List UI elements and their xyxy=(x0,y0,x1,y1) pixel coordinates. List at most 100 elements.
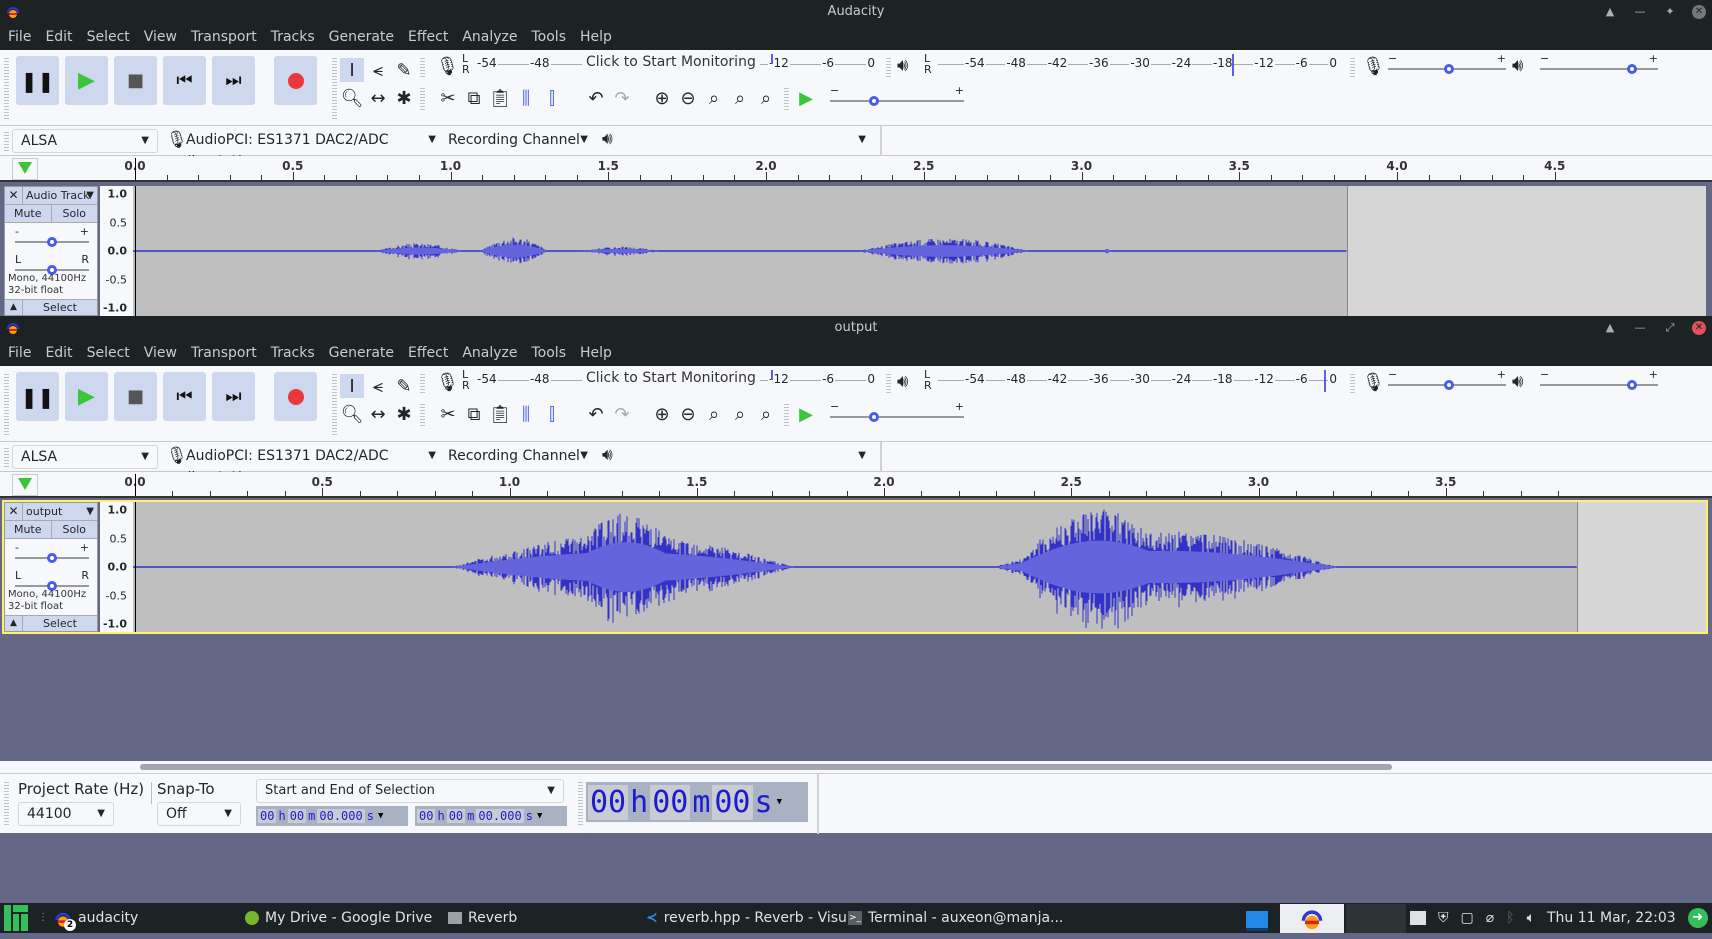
slider-thumb[interactable] xyxy=(1444,64,1455,74)
zoom-in-button[interactable]: ⊕ xyxy=(650,402,674,426)
toolbar-grip[interactable] xyxy=(420,372,425,394)
taskbar-item-audacity[interactable]: ⋮ 2 audacity xyxy=(38,903,138,933)
workspace-3[interactable] xyxy=(1346,904,1406,933)
project-rate-select[interactable]: 44100 ▼ xyxy=(18,802,114,826)
maximize-button[interactable]: ✦ xyxy=(1662,0,1678,24)
draw-tool[interactable]: ✎ xyxy=(392,58,416,82)
play-button[interactable]: ▶ xyxy=(65,56,108,105)
audio-position-time[interactable]: 00 h 00 m 00 s ▼ xyxy=(586,782,808,822)
zoom-tool[interactable]: 🔍︎ xyxy=(340,402,364,426)
track-name-menu[interactable]: Audio Track ▼ xyxy=(23,187,97,204)
toolbar-grip[interactable] xyxy=(784,402,789,426)
workspace-1[interactable] xyxy=(1246,911,1268,931)
menu-transport[interactable]: Transport xyxy=(185,29,263,45)
toolbar-grip[interactable] xyxy=(4,372,9,436)
audio-host-select[interactable]: ALSA ▼ xyxy=(12,445,158,469)
menu-analyze[interactable]: Analyze xyxy=(456,29,523,45)
multi-tool[interactable]: ✱ xyxy=(392,86,416,110)
snap-to-select[interactable]: Off ▼ xyxy=(157,802,241,826)
solo-button[interactable]: Solo xyxy=(51,521,97,538)
collapse-track-button[interactable]: ▲ xyxy=(5,616,23,631)
gain-slider[interactable]: - + xyxy=(15,225,89,249)
zoom-out-button[interactable]: ⊖ xyxy=(676,402,700,426)
slider-thumb[interactable] xyxy=(1627,380,1638,390)
playback-meter[interactable]: L R -54 -48 -42 -36 -30 -24 -18 -12 -6 0 xyxy=(924,369,1338,392)
chevron-down-icon[interactable]: ▼ xyxy=(777,797,782,807)
toolbar-grip[interactable] xyxy=(420,86,425,110)
selection-end-time[interactable]: 00 h 00 m 00.000 s ▼ xyxy=(415,806,567,826)
menu-generate[interactable]: Generate xyxy=(323,345,400,361)
trim-button[interactable]: ⫼ xyxy=(514,402,538,426)
menu-edit[interactable]: Edit xyxy=(39,29,78,45)
fit-project-button[interactable]: ⌕ xyxy=(728,402,752,426)
close-track-button[interactable]: ✕ xyxy=(5,187,23,204)
menu-tracks[interactable]: Tracks xyxy=(265,29,321,45)
slider-thumb[interactable] xyxy=(869,412,880,422)
playback-meter[interactable]: L R -54 -48 -42 -36 -30 -24 -18 -12 -6 0 xyxy=(924,53,1338,76)
time-shift-tool[interactable]: ↔ xyxy=(366,86,390,110)
speaker-icon[interactable]: 🔊︎ xyxy=(897,55,908,76)
recording-channels-select[interactable]: Recording Channel ▼ xyxy=(440,445,596,469)
waveform-area[interactable] xyxy=(133,502,1706,632)
close-button[interactable]: ✕ xyxy=(1692,321,1706,335)
clock[interactable]: Thu 11 Mar, 22:03 xyxy=(1547,910,1676,926)
solo-button[interactable]: Solo xyxy=(51,205,97,222)
gain-slider[interactable]: - + xyxy=(15,541,89,565)
toolbar-grip[interactable] xyxy=(886,372,891,394)
mute-button[interactable]: Mute xyxy=(5,521,52,538)
waveform-area[interactable] xyxy=(133,186,1706,316)
zoom-toggle-button[interactable]: ⌕ xyxy=(754,86,778,110)
menu-view[interactable]: View xyxy=(138,345,183,361)
pinned-play-head-button[interactable] xyxy=(12,158,38,180)
skip-start-button[interactable]: ⏮ xyxy=(163,56,206,105)
start-menu-button[interactable] xyxy=(4,903,28,933)
stop-button[interactable]: ■ xyxy=(114,56,157,105)
toolbar-grip[interactable] xyxy=(420,56,425,78)
undo-button[interactable]: ↶ xyxy=(584,402,608,426)
menu-file[interactable]: File xyxy=(2,29,37,45)
record-meter[interactable]: LR-54-48-18-12-60Click to Start Monitori… xyxy=(462,53,876,76)
toolbar-grip[interactable] xyxy=(4,56,9,120)
output-device-select[interactable]: ▼ xyxy=(624,445,874,469)
selection-tool[interactable]: I xyxy=(340,374,364,398)
toolbar-grip[interactable] xyxy=(4,780,9,826)
record-button[interactable] xyxy=(274,372,317,421)
slider-thumb[interactable] xyxy=(1627,64,1638,74)
pinned-play-head-button[interactable] xyxy=(12,474,38,496)
cut-button[interactable]: ✂ xyxy=(436,402,460,426)
close-track-button[interactable]: ✕ xyxy=(5,503,23,520)
slider-thumb[interactable] xyxy=(869,96,880,106)
recording-channels-select[interactable]: Recording Channel ▼ xyxy=(440,129,596,153)
toolbar-grip[interactable] xyxy=(1350,372,1355,394)
taskbar-item-vscode[interactable]: ≺ reverb.hpp - Reverb - Visu... xyxy=(646,903,860,933)
record-meter[interactable]: LR-54-48-18-12-60Click to Start Monitori… xyxy=(462,369,876,392)
copy-button[interactable]: ⧉ xyxy=(462,402,486,426)
selection-tool[interactable]: I xyxy=(340,58,364,82)
cut-button[interactable]: ✂ xyxy=(436,86,460,110)
chevron-down-icon[interactable]: ▼ xyxy=(378,811,383,821)
playback-volume-slider[interactable]: − + xyxy=(1540,52,1658,76)
microphone-icon[interactable]: 🎙︎ xyxy=(436,56,459,77)
track-name-menu[interactable]: output ▼ xyxy=(23,503,97,520)
collapse-track-button[interactable]: ▲ xyxy=(5,300,23,315)
silence-button[interactable]: ⫿ xyxy=(540,86,564,110)
workspace-2[interactable] xyxy=(1280,904,1344,933)
play-speed-slider[interactable]: − + xyxy=(830,400,964,424)
input-device-select[interactable]: AudioPCI: ES1371 DAC2/ADC (hw:0,0)▼ xyxy=(186,445,436,486)
menu-edit[interactable]: Edit xyxy=(39,345,78,361)
display-icon[interactable]: ▢ xyxy=(1461,910,1474,926)
select-track-button[interactable]: Select xyxy=(23,300,97,315)
selection-start-time[interactable]: 00 h 00 m 00.000 s ▼ xyxy=(256,806,408,826)
keep-above-icon[interactable]: ▲ xyxy=(1602,316,1618,340)
menu-select[interactable]: Select xyxy=(81,29,136,45)
start-monitoring-prompt[interactable]: Click to Start Monitoring xyxy=(582,370,760,386)
toolbar-grip[interactable] xyxy=(332,56,337,120)
stop-button[interactable]: ■ xyxy=(114,372,157,421)
minimize-button[interactable]: — xyxy=(1632,0,1648,24)
play-at-speed-button[interactable]: ▶ xyxy=(794,402,818,426)
toolbar-grip[interactable] xyxy=(886,56,891,78)
paste-button[interactable]: 📋︎ xyxy=(488,86,512,110)
start-monitoring-prompt[interactable]: Click to Start Monitoring xyxy=(582,54,760,70)
copy-button[interactable]: ⧉ xyxy=(462,86,486,110)
toolbar-grip[interactable] xyxy=(1350,56,1355,78)
